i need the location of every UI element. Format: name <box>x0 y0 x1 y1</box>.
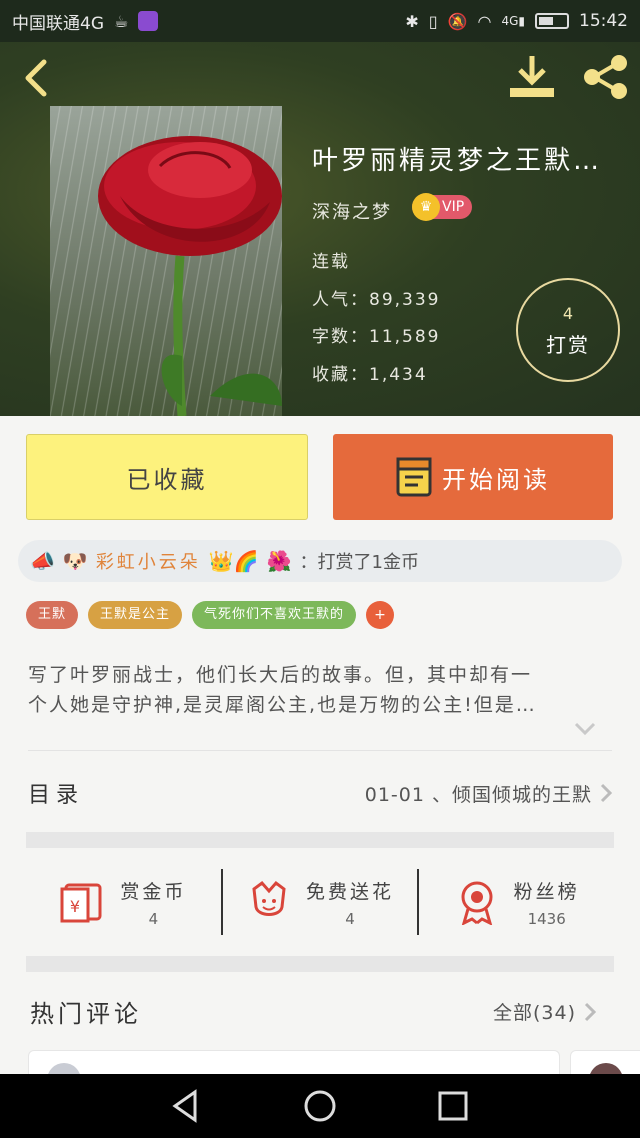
all-comments-label: 全部(34) <box>492 1002 576 1024</box>
stat-value: 4 <box>148 909 159 928</box>
clock: 15:42 <box>579 11 628 31</box>
table-of-contents-row[interactable]: 目录 01-01 、倾国倾城的王默 <box>28 770 612 816</box>
back-triangle-icon[interactable] <box>169 1088 205 1124</box>
red-envelope-icon: ¥ <box>60 883 102 923</box>
expand-chevron-icon[interactable] <box>574 722 596 736</box>
tag-item[interactable]: 王默 <box>26 601 79 629</box>
reward-button[interactable]: 4 打赏 <box>516 278 620 382</box>
add-tag-button[interactable]: + <box>366 601 395 629</box>
book-title: 叶罗丽精灵梦之王默… <box>312 146 603 176</box>
hot-comments-title: 热门评论 <box>30 1000 142 1028</box>
collected-button[interactable]: 已收藏 <box>26 434 308 520</box>
dog-avatar-icon: 🐶 <box>62 549 88 573</box>
start-reading-label: 开始阅读 <box>442 465 550 494</box>
tag-item[interactable]: 王默是公主 <box>88 601 183 629</box>
battery-icon <box>535 13 569 29</box>
flower-badge-icon: 🌺 <box>266 549 292 573</box>
gold-reward-stat[interactable]: ¥ 赏金币 4 <box>26 877 221 928</box>
serial-status: 连载 <box>312 252 350 272</box>
synopsis-line: 写了叶罗丽战士，他们长大后的故事。但，其中却有一 <box>28 664 533 686</box>
stat-value: 1436 <box>527 909 566 928</box>
donation-ticker[interactable]: 📣 🐶 彩虹小云朵 👑🌈 🌺 ：打赏了1金币 <box>18 540 622 582</box>
chevron-right-icon <box>600 783 612 803</box>
donor-emojis: 👑🌈 <box>208 549 259 573</box>
synopsis[interactable]: 写了叶罗丽战士，他们长大后的故事。但，其中却有一 个人她是守护神,是灵犀阁公主,… <box>28 660 612 720</box>
notification-icon: ☕ <box>114 11 129 31</box>
fan-ranking-stat[interactable]: 粉丝榜 1436 <box>419 877 614 928</box>
recents-square-icon[interactable] <box>435 1088 471 1124</box>
rose-image <box>98 136 282 416</box>
book-cover[interactable] <box>50 106 282 416</box>
vip-badge: ♛ VIP <box>412 193 473 221</box>
wifi-icon: ◠ <box>477 11 492 31</box>
donor-name: 彩虹小云朵 <box>95 552 201 573</box>
horn-icon: 📣 <box>30 549 55 573</box>
download-icon[interactable] <box>506 54 558 100</box>
stat-label: 赏金币 <box>120 880 187 903</box>
free-flower-stat[interactable]: 免费送花 4 <box>223 877 418 928</box>
favorites-count: 收藏：1,434 <box>312 365 428 385</box>
donation-message: ：打赏了1金币 <box>299 552 419 573</box>
book-icon <box>396 457 432 497</box>
word-count: 字数：11,589 <box>312 327 441 347</box>
signal-icon: 4G▮ <box>501 14 525 28</box>
stat-label: 免费送花 <box>306 880 395 903</box>
share-icon[interactable] <box>580 54 630 100</box>
toc-label: 目录 <box>28 783 85 808</box>
medal-icon <box>461 881 493 925</box>
all-comments-link[interactable]: 全部(34) <box>493 998 596 1025</box>
tag-list: 王默 王默是公主 气死你们不喜欢王默的 + <box>26 601 395 629</box>
stat-label: 粉丝榜 <box>513 880 580 903</box>
collected-label: 已收藏 <box>126 465 208 494</box>
author-name[interactable]: 深海之梦 <box>312 198 392 224</box>
divider <box>28 750 612 751</box>
tag-item[interactable]: 气死你们不喜欢王默的 <box>192 601 357 629</box>
bluetooth-icon: ✱ <box>405 11 419 31</box>
mute-icon: 🔕 <box>447 11 468 31</box>
crown-icon: ♛ <box>412 193 440 221</box>
popularity: 人气：89,339 <box>312 290 441 310</box>
status-bar: 中国联通4G ☕ ✱ ▯ 🔕 ◠ 4G▮ 15:42 <box>0 0 640 42</box>
start-reading-button[interactable]: 开始阅读 <box>333 434 613 520</box>
home-circle-icon[interactable] <box>302 1088 338 1124</box>
reward-count: 4 <box>562 304 574 323</box>
section-separator <box>26 832 614 848</box>
carrier-label: 中国联通4G <box>12 13 104 34</box>
app-notification-icon <box>138 11 159 31</box>
vibrate-icon: ▯ <box>428 11 438 31</box>
system-navigation-bar <box>0 1074 640 1138</box>
synopsis-line: 个人她是守护神,是灵犀阁公主,也是万物的公主!但是… <box>28 694 537 716</box>
section-separator <box>26 956 614 972</box>
stats-row: ¥ 赏金币 4 免费送花 4 粉丝榜 1436 <box>26 848 614 956</box>
reward-label: 打赏 <box>546 333 590 357</box>
chevron-right-icon <box>584 1002 596 1021</box>
back-arrow-icon[interactable] <box>18 56 58 100</box>
svg-text:¥: ¥ <box>70 897 80 916</box>
latest-chapter: 01-01 、倾国倾城的王默 <box>364 783 592 806</box>
book-header: 叶罗丽精灵梦之王默… 深海之梦 ♛ VIP 连载 人气：89,339 字数：11… <box>0 42 640 416</box>
flower-icon <box>252 880 286 916</box>
stat-value: 4 <box>345 909 355 928</box>
